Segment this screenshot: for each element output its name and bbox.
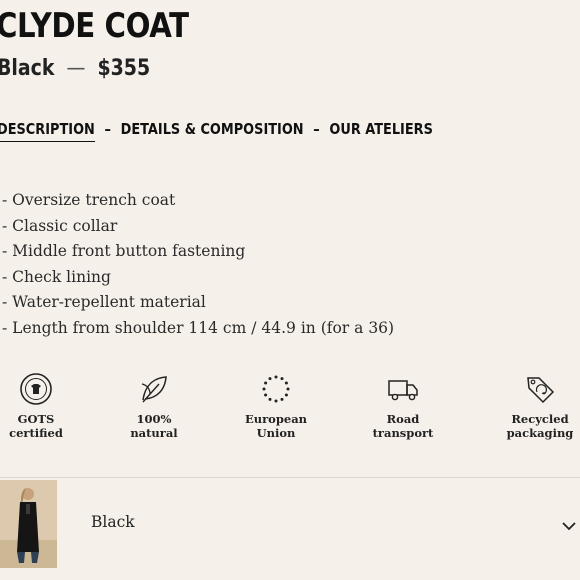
feature-item: Check lining: [2, 265, 394, 291]
variant-label: Black: [91, 513, 135, 531]
eu-star: [280, 377, 284, 381]
eu-star: [284, 393, 288, 397]
eu-star: [268, 377, 272, 381]
product-color: Black: [0, 56, 55, 81]
eu-star: [264, 393, 268, 397]
feature-item: Oversize trench coat: [2, 188, 394, 214]
tab-details-composition[interactable]: DETAILS & COMPOSITION: [121, 120, 304, 138]
badge-natural: 100% natural: [104, 372, 204, 440]
color-variant-selector[interactable]: Black: [0, 478, 580, 570]
feature-item: Classic collar: [2, 214, 394, 240]
feature-list: Oversize trench coat Classic collar Midd…: [2, 188, 394, 342]
badge-line2: natural: [130, 426, 178, 440]
product-price: $355: [97, 56, 151, 81]
badge-european-union: European Union: [226, 372, 326, 440]
badge-line2: certified: [9, 426, 63, 440]
badge-line2: Union: [256, 426, 296, 440]
badge-road-transport: Road transport: [353, 372, 453, 440]
badge-line1: 100%: [136, 412, 172, 426]
feature-item: Length from shoulder 114 cm / 44.9 in (f…: [2, 316, 394, 342]
eu-star: [286, 387, 290, 391]
badge-line2: transport: [372, 426, 434, 440]
eu-star: [268, 397, 272, 401]
badge-gots: GOTS certified: [0, 372, 86, 440]
tab-separator: –: [313, 120, 320, 138]
badge-line1: Road: [386, 412, 420, 426]
badge-line2: packaging: [506, 426, 574, 440]
variant-thumbnail: [0, 480, 57, 568]
eu-star: [262, 387, 266, 391]
gots-icon: [0, 372, 86, 406]
tab-separator: –: [104, 120, 111, 138]
badge-line1: Recycled: [511, 412, 569, 426]
eu-star: [280, 397, 284, 401]
badge-recycled-packaging: Recycled packaging: [490, 372, 580, 440]
badge-line1: European: [244, 412, 308, 426]
product-subline: Black — $355: [0, 56, 150, 81]
tab-our-ateliers[interactable]: OUR ATELIERS: [329, 120, 433, 138]
subline-separator: —: [66, 56, 86, 81]
truck-icon: [353, 372, 453, 406]
eu-star: [284, 381, 288, 385]
feature-item: Middle front button fastening: [2, 239, 394, 265]
eu-star: [264, 381, 268, 385]
badge-line1: GOTS: [17, 412, 55, 426]
product-title: CLYDE COAT: [0, 6, 189, 46]
sustainability-badges: GOTS certified 100% natural European Union: [0, 372, 580, 444]
tab-description[interactable]: DESCRIPTION: [0, 120, 95, 142]
info-tabs: DESCRIPTION – DETAILS & COMPOSITION – OU…: [0, 120, 433, 142]
leaf-icon: [104, 372, 204, 406]
recycle-tag-icon: [490, 372, 580, 406]
feature-item: Water-repellent material: [2, 290, 394, 316]
eu-star: [274, 375, 278, 379]
chevron-down-icon[interactable]: [562, 516, 576, 535]
eu-stars-icon: [226, 372, 326, 406]
eu-star: [274, 399, 278, 403]
